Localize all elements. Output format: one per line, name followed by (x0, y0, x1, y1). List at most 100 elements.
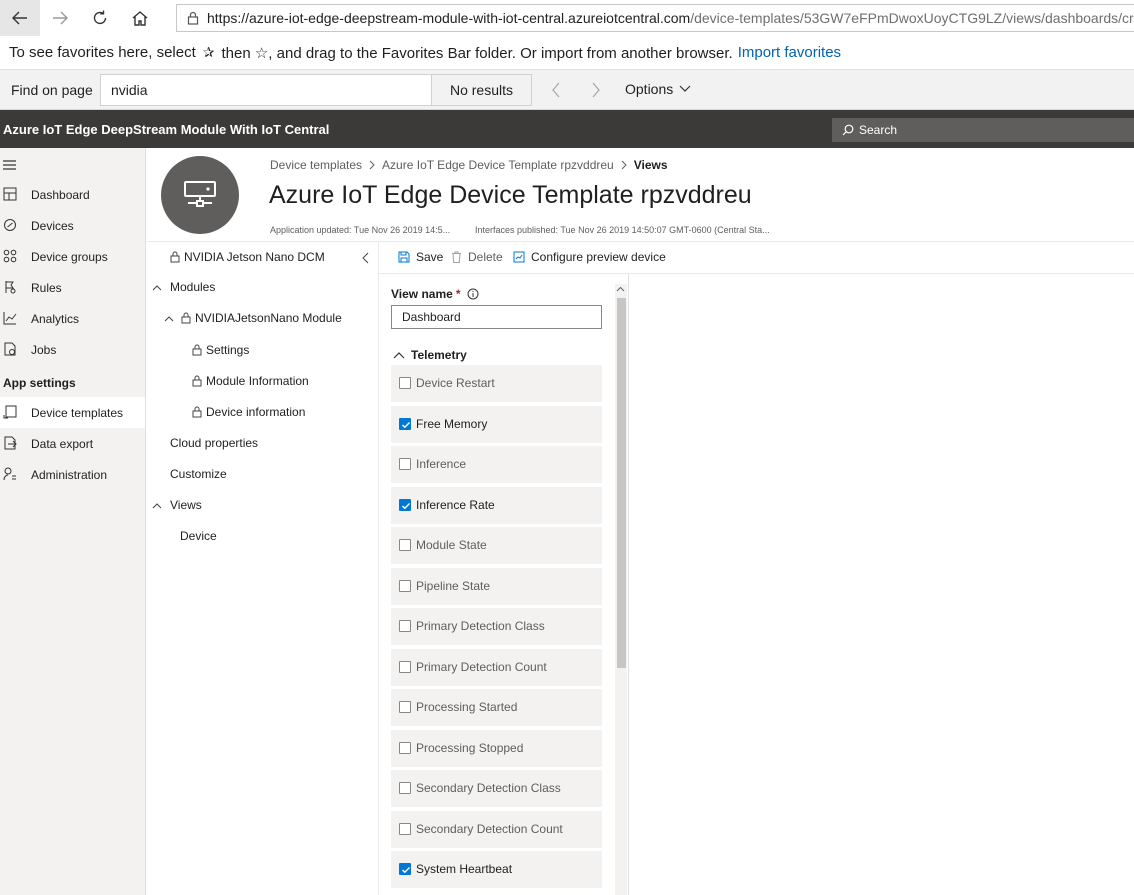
tree-item-module[interactable]: NVIDIAJetsonNano Module (164, 311, 342, 325)
rules-icon (5, 281, 16, 294)
nav-item-dashboard[interactable]: Dashboard (0, 179, 145, 210)
nav-item-analytics[interactable]: Analytics (0, 303, 145, 334)
nav-item-label: Rules (31, 281, 62, 295)
find-on-page-bar: Find on page nvidia No results Options (0, 70, 1134, 110)
telemetry-checkbox[interactable] (399, 823, 411, 835)
telemetry-item-label: Primary Detection Class (416, 619, 545, 633)
import-favorites-link[interactable]: Import favorites (738, 44, 841, 61)
telemetry-item[interactable]: Inference Rate (391, 487, 602, 524)
forward-button[interactable] (40, 0, 80, 36)
telemetry-checkbox[interactable] (399, 742, 411, 754)
tree-item-views[interactable]: Views (152, 498, 202, 512)
nav-item-devices[interactable]: Devices (0, 210, 145, 241)
nav-item-label: Administration (31, 468, 108, 482)
find-options-button[interactable]: Options (625, 81, 691, 97)
tree-item-device-information[interactable]: Device information (192, 405, 305, 419)
lock-icon (170, 251, 180, 263)
tree-item-modules[interactable]: Modules (152, 280, 215, 294)
telemetry-item[interactable]: Inference (391, 446, 602, 483)
chevron-up-icon (616, 286, 625, 292)
nav-item-device-templates[interactable]: Device templates (0, 397, 145, 428)
telemetry-item[interactable]: System Heartbeat (391, 851, 602, 888)
telemetry-item[interactable]: Processing Started (391, 689, 602, 726)
telemetry-checkbox[interactable] (399, 377, 411, 389)
find-next-button[interactable] (584, 78, 608, 102)
save-button[interactable]: Save (398, 250, 443, 264)
tree-item-module-information[interactable]: Module Information (192, 374, 309, 388)
analytics-icon (3, 312, 17, 325)
breadcrumb-template[interactable]: Azure IoT Edge Device Template rpzvddreu (382, 158, 614, 172)
telemetry-item[interactable]: Secondary Detection Class (391, 770, 602, 807)
telemetry-item[interactable]: Primary Detection Class (391, 608, 602, 645)
favorites-hint-text: To see favorites here, select (9, 44, 196, 61)
template-tree: NVIDIA Jetson Nano DCM Modules NVIDIAJet… (146, 242, 379, 895)
tree-item-label: Device information (206, 405, 306, 419)
telemetry-item[interactable]: Device Restart (391, 365, 602, 402)
telemetry-checkbox[interactable] (399, 661, 411, 673)
tree-item-customize[interactable]: Customize (170, 467, 227, 481)
tree-item-settings[interactable]: Settings (192, 343, 249, 357)
tree-item-cloud-properties[interactable]: Cloud properties (170, 436, 258, 450)
breadcrumb-device-templates[interactable]: Device templates (270, 158, 362, 172)
home-button[interactable] (120, 0, 160, 36)
global-search-input[interactable]: Search (832, 118, 1134, 142)
nav-item-data-export[interactable]: Data export (0, 428, 145, 459)
nav-item-label: Device groups (31, 250, 108, 264)
chevron-right-icon (621, 160, 627, 170)
scroll-up-button[interactable] (616, 286, 625, 292)
telemetry-checkbox[interactable] (399, 863, 411, 875)
telemetry-checkbox[interactable] (399, 418, 411, 430)
devices-icon (4, 219, 16, 231)
telemetry-checkbox[interactable] (399, 499, 411, 511)
url-field[interactable]: https://azure-iot-edge-deepstream-module… (176, 4, 1134, 32)
preview-device-icon (513, 251, 525, 263)
tree-item-label: Settings (206, 343, 250, 357)
telemetry-item-label: System Heartbeat (416, 862, 513, 876)
edge-device-icon (184, 181, 216, 207)
application-updated-text: Application updated: Tue Nov 26 2019 14:… (270, 225, 451, 235)
nav-item-administration[interactable]: Administration (0, 459, 145, 490)
find-input[interactable]: nvidia (100, 74, 432, 106)
tree-item-label: Customize (170, 467, 227, 481)
back-button[interactable] (0, 0, 40, 36)
find-previous-button[interactable] (544, 78, 568, 102)
left-navigation: Dashboard Devices Device groups Rules An… (0, 148, 146, 895)
telemetry-checkbox[interactable] (399, 620, 411, 632)
nav-item-label: Jobs (31, 343, 57, 357)
search-placeholder: Search (859, 123, 898, 137)
telemetry-item[interactable]: Free Memory (391, 406, 602, 443)
lock-icon (192, 406, 202, 418)
telemetry-checkbox[interactable] (399, 701, 411, 713)
nav-item-label: Devices (31, 219, 74, 233)
telemetry-item-label: Secondary Detection Count (416, 822, 563, 836)
tree-item-view-device[interactable]: Device (180, 529, 217, 543)
telemetry-item-label: Inference (416, 457, 467, 471)
telemetry-section-toggle[interactable]: Telemetry (393, 348, 467, 362)
telemetry-checkbox[interactable] (399, 782, 411, 794)
app-title[interactable]: Azure IoT Edge DeepStream Module With Io… (3, 122, 329, 137)
telemetry-checkbox[interactable] (399, 458, 411, 470)
configure-preview-device-button[interactable]: Configure preview device (513, 250, 666, 264)
hamburger-menu-button[interactable] (3, 160, 16, 170)
chevron-up-icon (152, 284, 162, 290)
nav-item-rules[interactable]: Rules (0, 272, 145, 303)
tree-item-root[interactable]: NVIDIA Jetson Nano DCM (170, 250, 325, 264)
telemetry-item[interactable]: Module State (391, 527, 602, 564)
telemetry-checkbox[interactable] (399, 580, 411, 592)
telemetry-item[interactable]: Secondary Detection Count (391, 811, 602, 848)
view-name-input[interactable]: Dashboard (391, 305, 602, 329)
info-icon[interactable] (467, 288, 479, 300)
favorites-star-icon: ✰ (202, 44, 215, 60)
scrollbar-thumb[interactable] (617, 298, 626, 668)
nav-item-label: Device templates (31, 406, 124, 420)
delete-button[interactable]: Delete (451, 250, 503, 264)
collapse-tree-button[interactable] (362, 252, 369, 264)
telemetry-checkbox[interactable] (399, 539, 411, 551)
telemetry-item[interactable]: Primary Detection Count (391, 649, 602, 686)
nav-item-device-groups[interactable]: Device groups (0, 241, 145, 272)
chevron-up-icon (393, 352, 405, 359)
telemetry-item[interactable]: Processing Stopped (391, 730, 602, 767)
refresh-button[interactable] (80, 0, 120, 36)
telemetry-item[interactable]: Pipeline State (391, 568, 602, 605)
nav-item-jobs[interactable]: Jobs (0, 334, 145, 365)
